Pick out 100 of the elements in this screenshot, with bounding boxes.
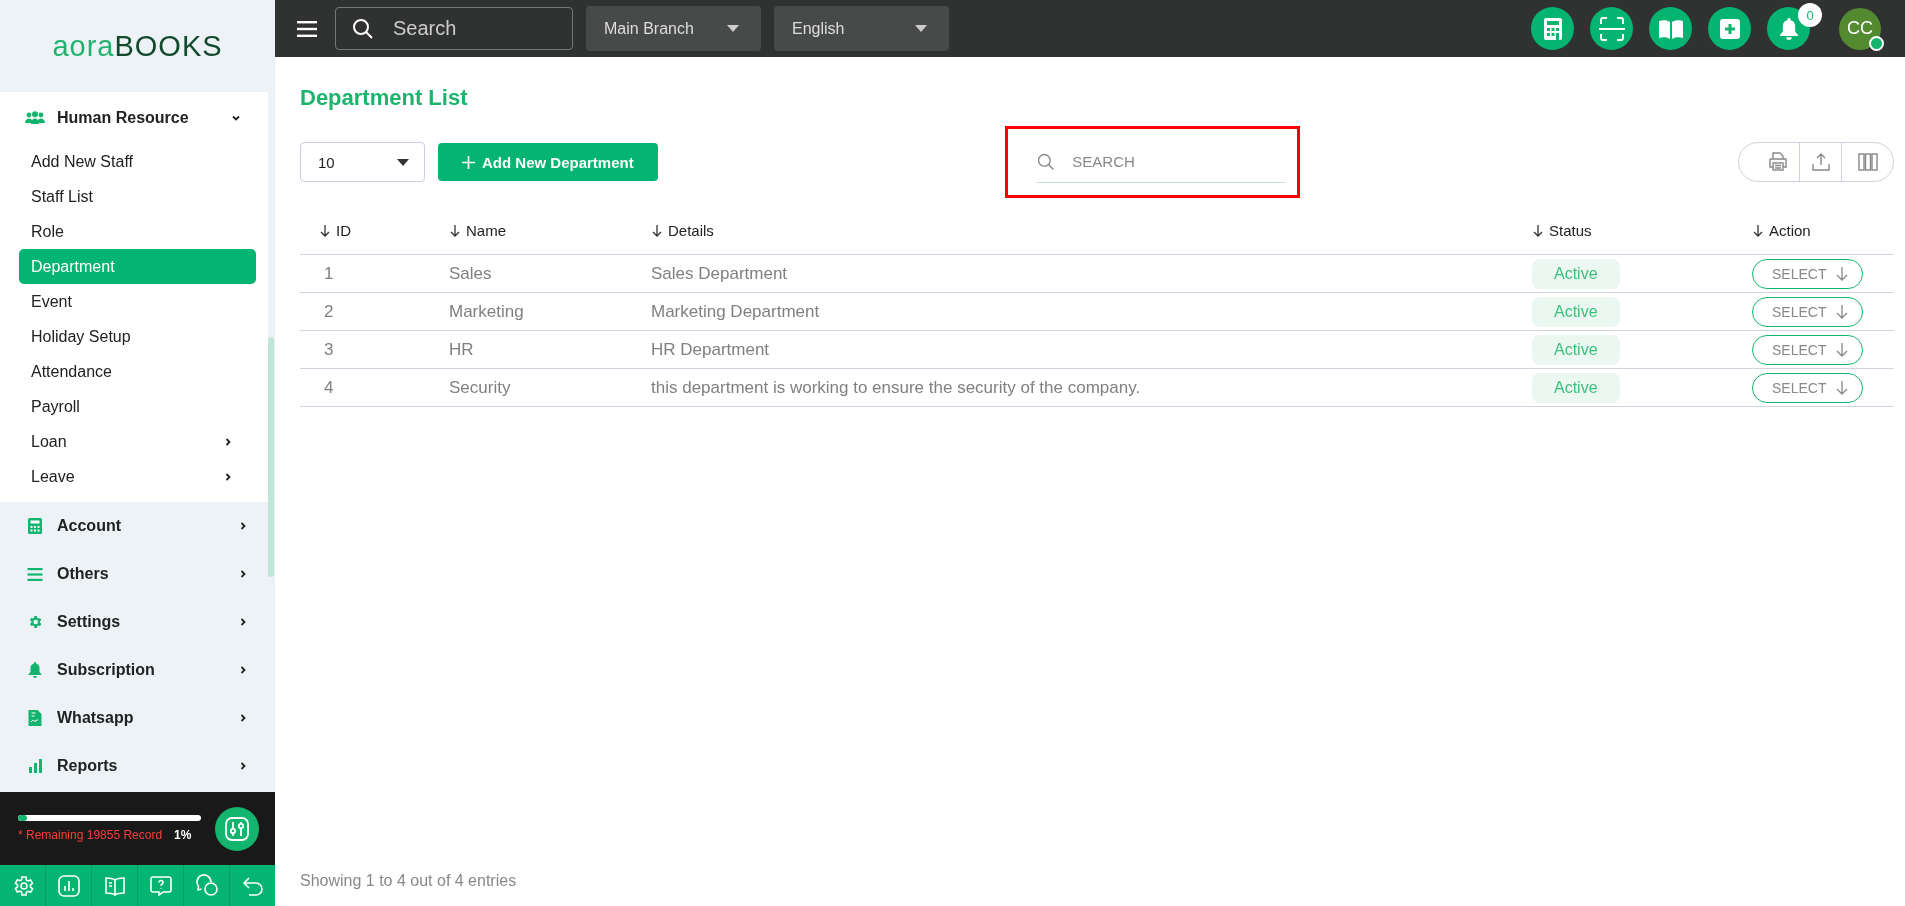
arrow-down-icon: [1836, 380, 1849, 395]
sort-arrow-icon: [1533, 224, 1543, 237]
sidebar-item[interactable]: Staff List: [19, 179, 256, 214]
search-icon: [351, 17, 375, 41]
calculator-icon: [1543, 17, 1562, 40]
table-cell: 1: [324, 263, 334, 283]
select-button[interactable]: SELECT: [1752, 372, 1864, 403]
menu-group[interactable]: Settings: [0, 598, 275, 646]
column-header[interactable]: Details: [652, 222, 714, 240]
sidebar-item[interactable]: Event: [19, 284, 256, 319]
chevron-right-icon: [239, 570, 247, 578]
table-cell: 2: [324, 301, 334, 321]
notification-count: 0: [1798, 3, 1822, 27]
calculator-icon: [25, 518, 45, 534]
book-icon: [1657, 18, 1684, 39]
user-avatar[interactable]: CC: [1839, 7, 1881, 50]
sidebar-item[interactable]: Leave: [19, 459, 256, 494]
menu-group-label: Settings: [57, 613, 122, 631]
menu-group[interactable]: Human Resource: [0, 92, 268, 144]
menu-group[interactable]: Reports: [0, 742, 275, 790]
select-button[interactable]: SELECT: [1752, 334, 1864, 365]
chevron-right-icon: [224, 437, 232, 446]
menu-icon: [297, 20, 317, 37]
sort-arrow-icon: [652, 224, 662, 237]
table-cell: HR Department: [651, 339, 770, 359]
menu-group-label: Others: [57, 565, 110, 583]
chevron-right-icon: [239, 618, 247, 626]
menu-group-label: Human Resource: [57, 109, 190, 127]
menu-group-label: Subscription: [57, 661, 156, 679]
branch-dropdown[interactable]: Main Branch: [586, 6, 761, 51]
columns-icon: [1857, 152, 1878, 172]
table-cell: Sales: [449, 263, 492, 283]
entries-summary: Showing 1 to 4 out of 4 entries: [300, 872, 518, 890]
menu-group[interactable]: Subscription: [0, 646, 275, 694]
page-title: Department List: [300, 85, 469, 111]
bar-chart-icon: [56, 873, 81, 898]
select-button[interactable]: SELECT: [1752, 296, 1864, 327]
menu-button[interactable]: [297, 20, 317, 37]
language-dropdown[interactable]: English: [774, 6, 949, 51]
column-header[interactable]: ID: [320, 222, 351, 240]
menu-group[interactable]: Account: [0, 502, 275, 550]
arrow-down-icon: [1836, 266, 1849, 281]
column-header[interactable]: Name: [450, 222, 506, 240]
upload-icon: [1810, 152, 1831, 172]
chevron-right-icon: [239, 714, 247, 722]
status-badge: Active: [1532, 258, 1620, 289]
status-badge: Active: [1532, 296, 1620, 327]
table-cell: 3: [324, 339, 334, 359]
table-cell: Sales Department: [651, 263, 788, 283]
chat-icon: [194, 873, 219, 898]
chevron-down-icon: [232, 114, 240, 122]
sort-arrow-icon: [1753, 224, 1763, 237]
app-logo: aoraBOOKS: [51, 28, 224, 64]
usage-percent: 1%: [174, 828, 192, 842]
sidebar-item[interactable]: Loan: [19, 424, 256, 459]
menu-group-label: Account: [57, 517, 122, 535]
menu-group[interactable]: Others: [0, 550, 275, 598]
caret-icon: [915, 25, 927, 32]
scan-button[interactable]: [1590, 7, 1633, 50]
plus-icon: [462, 155, 475, 169]
caret-icon: [397, 158, 409, 166]
menu-group-label: Reports: [57, 757, 119, 775]
sidebar-item[interactable]: Attendance: [19, 354, 256, 389]
sidebar-item[interactable]: Holiday Setup: [19, 319, 256, 354]
column-header[interactable]: Status: [1533, 222, 1592, 240]
table-cell: Marketing: [449, 301, 524, 321]
sidebar-item[interactable]: Add New Staff: [19, 144, 256, 179]
calculator-button[interactable]: [1531, 7, 1574, 50]
menu-icon: [25, 567, 45, 581]
status-badge: Active: [1532, 372, 1620, 403]
select-button[interactable]: SELECT: [1752, 258, 1864, 289]
arrow-down-icon: [1836, 304, 1849, 319]
menu-group[interactable]: Whatsapp: [0, 694, 275, 742]
menu-group-label: Whatsapp: [57, 709, 135, 727]
table-cell: HR: [449, 339, 474, 359]
status-badge: Active: [1532, 334, 1620, 365]
chevron-right-icon: [239, 762, 247, 770]
table-cell: this department is working to ensure the security of the company.: [651, 377, 1141, 397]
add-button[interactable]: [1708, 7, 1751, 50]
sidebar-item[interactable]: Role: [19, 214, 256, 249]
sliders-icon: [223, 814, 251, 843]
search-field[interactable]: Search: [335, 7, 573, 50]
table-cell: Security: [449, 377, 511, 397]
caret-icon: [727, 25, 739, 32]
book-button[interactable]: [1649, 7, 1692, 50]
sort-arrow-icon: [450, 224, 460, 237]
arrow-down-icon: [1836, 342, 1849, 357]
column-header[interactable]: Action: [1753, 222, 1811, 240]
printer-icon: [1768, 152, 1788, 172]
chevron-right-icon: [224, 472, 232, 481]
bell-icon: [1778, 17, 1799, 40]
scan-icon: [1597, 14, 1626, 43]
chevron-right-icon: [239, 666, 247, 674]
help-icon: [148, 873, 173, 898]
chevron-right-icon: [239, 522, 247, 530]
page-size-select[interactable]: 10: [300, 142, 425, 182]
adjustments-button[interactable]: [215, 806, 259, 851]
table-cell: 4: [324, 377, 334, 397]
remaining-records-text: * Remaining 19855 Record: [18, 828, 163, 842]
sidebar-item[interactable]: Payroll: [19, 389, 256, 424]
